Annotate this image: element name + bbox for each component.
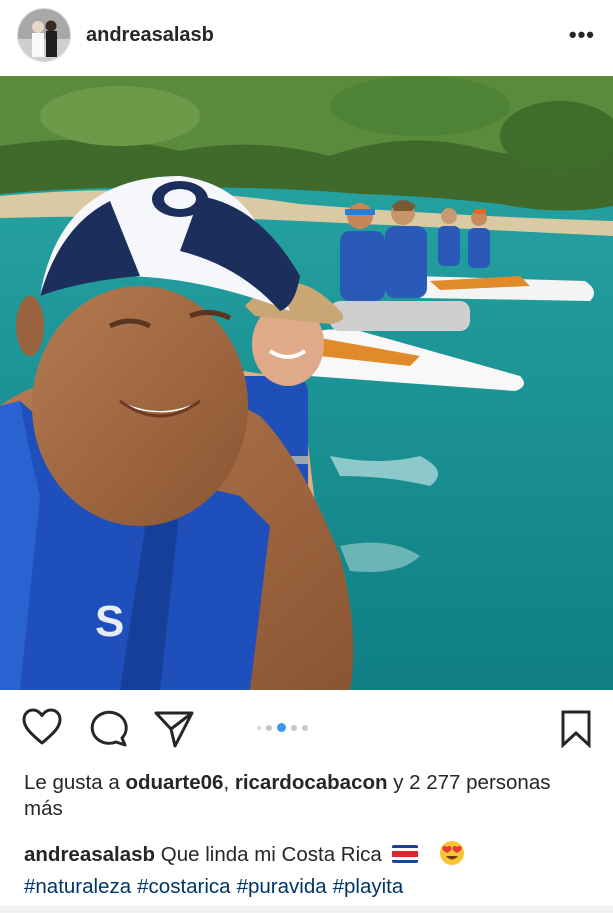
carousel-dot: [257, 725, 261, 730]
heart-eyes-emoji-icon: [439, 840, 465, 873]
post-actions: [0, 690, 613, 770]
hashtag-link[interactable]: #costarica: [137, 875, 230, 898]
likes-separator: ,: [223, 771, 235, 794]
liker-username[interactable]: oduarte06: [125, 771, 223, 794]
post-photo[interactable]: S: [0, 76, 613, 690]
carousel-dot: [302, 724, 308, 731]
bookmark-icon[interactable]: [561, 710, 591, 753]
costa-rica-flag-icon: [391, 843, 418, 870]
svg-text:S: S: [95, 597, 124, 646]
more-icon[interactable]: •••: [569, 24, 595, 46]
comment-icon[interactable]: [89, 709, 129, 752]
share-icon[interactable]: [154, 710, 194, 753]
caption-hashtags: #naturaleza #costarica #puravida #playita: [24, 873, 604, 900]
hashtag-link[interactable]: #naturaleza: [24, 875, 131, 898]
bottom-divider: [0, 906, 613, 913]
avatar[interactable]: [18, 9, 70, 61]
carousel-dot: [266, 724, 272, 731]
heart-icon[interactable]: [22, 708, 62, 751]
caption-username[interactable]: andreasalasb: [24, 843, 155, 866]
hashtag-link[interactable]: #puravida: [237, 875, 327, 898]
liker-username[interactable]: ricardocabacon: [235, 771, 388, 794]
likes-summary: Le gusta a oduarte06, ricardocabacon y 2…: [24, 770, 594, 822]
post-header: andreasalasb •••: [0, 0, 613, 70]
likes-prefix: Le gusta a: [24, 771, 126, 794]
carousel-indicator: [257, 723, 308, 732]
post-caption: andreasalasb Que linda mi Costa Rica #na…: [24, 840, 604, 900]
caption-text: Que linda mi Costa Rica: [160, 843, 382, 866]
post-username[interactable]: andreasalasb: [86, 24, 214, 47]
carousel-dot-active: [277, 723, 286, 732]
carousel-dot: [291, 724, 297, 731]
hashtag-link[interactable]: #playita: [333, 875, 404, 898]
